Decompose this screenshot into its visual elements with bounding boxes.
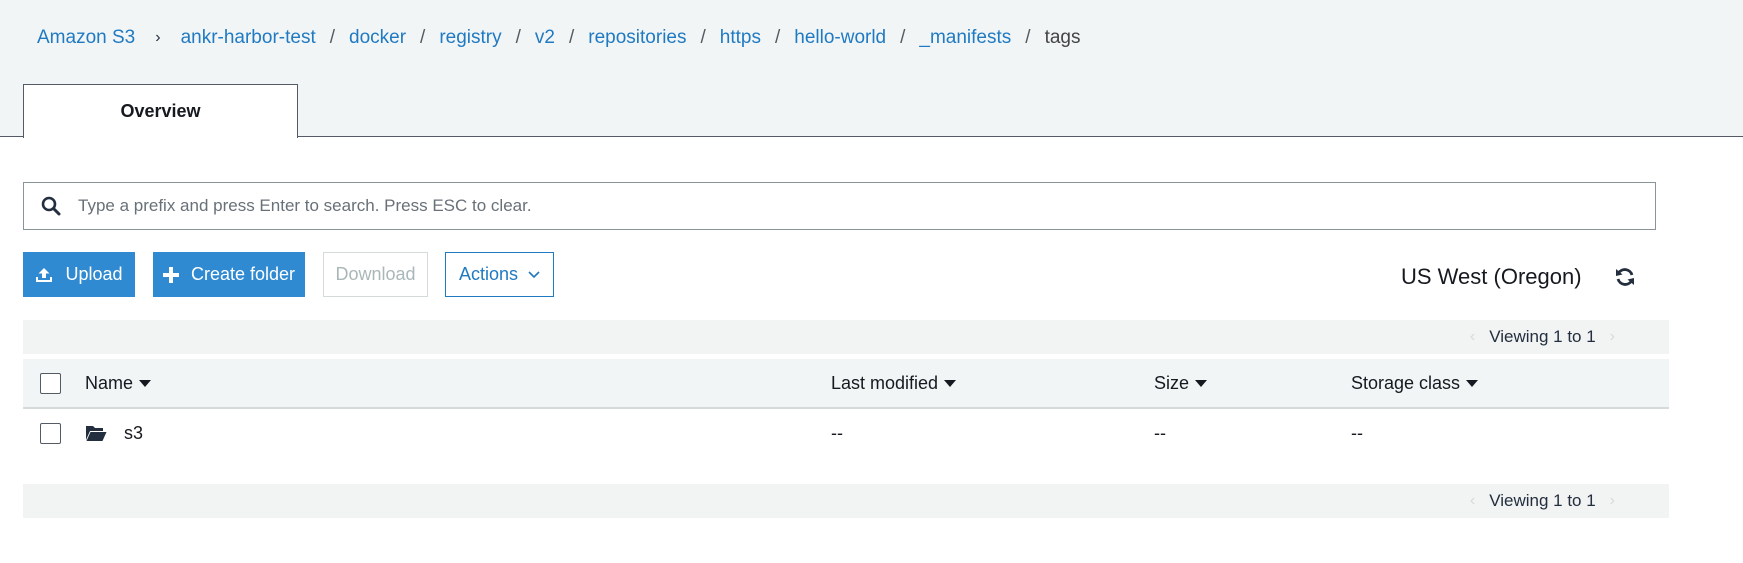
- column-header-size[interactable]: Size: [1154, 373, 1208, 394]
- breadcrumb-separator: /: [568, 27, 575, 48]
- cell-last-modified: --: [831, 423, 843, 443]
- pagination-text: Viewing 1 to 1: [1489, 327, 1596, 346]
- breadcrumb: Amazon S3 › ankr-harbor-test / docker / …: [37, 26, 1080, 50]
- breadcrumb-item-repositories[interactable]: repositories: [588, 27, 686, 49]
- sort-caret-icon: [944, 380, 957, 387]
- actions-label: Actions: [458, 264, 519, 284]
- table-header: Name Last modified Size Storage class: [23, 359, 1669, 409]
- breadcrumb-separator: /: [329, 27, 336, 48]
- breadcrumb-separator: /: [1025, 27, 1031, 48]
- breadcrumb-separator: /: [700, 27, 706, 48]
- next-page-icon[interactable]: ›: [1596, 328, 1629, 346]
- cell-size: --: [1154, 423, 1166, 443]
- breadcrumb-separator: /: [774, 27, 781, 48]
- breadcrumb-item-docker[interactable]: docker: [349, 27, 406, 49]
- breadcrumb-item-v2[interactable]: v2: [535, 27, 555, 49]
- breadcrumb-current: tags: [1044, 27, 1081, 48]
- pagination-bottom: ‹ Viewing 1 to 1 ›: [23, 484, 1669, 518]
- download-button[interactable]: Download: [323, 252, 428, 297]
- column-header-storage-class[interactable]: Storage class: [1351, 373, 1479, 394]
- folder-open-icon: [85, 424, 107, 447]
- column-header-last-modified[interactable]: Last modified: [831, 373, 957, 394]
- chevron-down-icon: [528, 270, 540, 278]
- pagination-text: Viewing 1 to 1: [1489, 491, 1596, 510]
- column-header-last-modified-label: Last modified: [831, 373, 939, 393]
- column-header-storage-class-label: Storage class: [1351, 373, 1461, 393]
- search-input[interactable]: [78, 183, 1655, 229]
- breadcrumb-item-registry[interactable]: registry: [439, 27, 501, 49]
- breadcrumb-separator: /: [515, 27, 521, 48]
- download-label: Download: [335, 264, 416, 284]
- create-folder-label: Create folder: [190, 264, 296, 284]
- breadcrumb-item-manifests[interactable]: _manifests: [919, 27, 1011, 49]
- sort-caret-icon: [1195, 380, 1208, 387]
- search-icon: [24, 196, 78, 216]
- row-checkbox[interactable]: [40, 423, 61, 444]
- sort-caret-icon: [1466, 380, 1479, 387]
- actions-dropdown[interactable]: Actions: [445, 252, 554, 297]
- column-header-size-label: Size: [1154, 373, 1190, 393]
- breadcrumb-item-ankr-harbor-test[interactable]: ankr-harbor-test: [181, 27, 316, 49]
- tab-overview[interactable]: Overview: [23, 84, 298, 138]
- column-header-name-label: Name: [85, 373, 134, 393]
- prev-page-icon[interactable]: ‹: [1456, 328, 1489, 346]
- breadcrumb-separator: /: [900, 27, 906, 48]
- breadcrumb-chevron-icon: ›: [155, 29, 161, 46]
- cell-storage-class: --: [1351, 423, 1363, 443]
- region-label: US West (Oregon): [1401, 264, 1582, 289]
- pagination-top: ‹ Viewing 1 to 1 ›: [23, 320, 1669, 354]
- select-all-checkbox[interactable]: [40, 373, 61, 394]
- prev-page-icon[interactable]: ‹: [1456, 492, 1489, 510]
- refresh-icon[interactable]: [1614, 266, 1636, 288]
- upload-icon: [36, 267, 53, 282]
- search-box: [23, 182, 1656, 230]
- breadcrumb-item-https[interactable]: https: [720, 27, 761, 49]
- upload-button[interactable]: Upload: [23, 252, 135, 297]
- sort-caret-icon: [139, 380, 152, 387]
- plus-icon: [162, 266, 179, 283]
- breadcrumb-item-hello-world[interactable]: hello-world: [794, 27, 886, 49]
- folder-name-link[interactable]: s3: [124, 423, 143, 444]
- next-page-icon[interactable]: ›: [1596, 492, 1629, 510]
- breadcrumb-root-link[interactable]: Amazon S3: [37, 27, 135, 49]
- breadcrumb-separator: /: [420, 27, 426, 48]
- create-folder-button[interactable]: Create folder: [153, 252, 305, 297]
- table-row: s3 -- -- --: [23, 411, 1669, 455]
- upload-label: Upload: [65, 264, 123, 284]
- column-header-name[interactable]: Name: [85, 373, 152, 394]
